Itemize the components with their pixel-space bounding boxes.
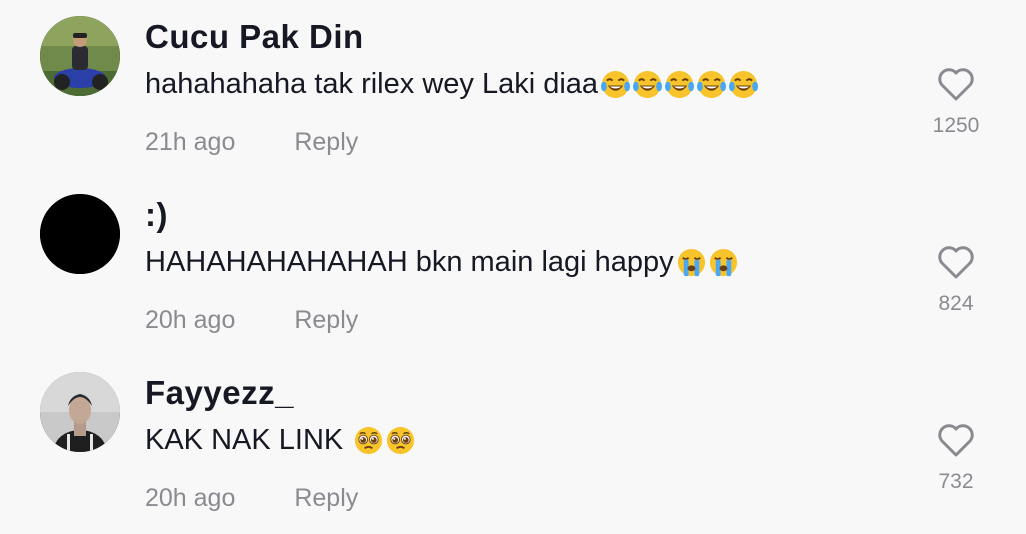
avatar-photo [40, 372, 120, 452]
comment-timestamp: 21h ago [145, 128, 236, 156]
emoji-list [600, 69, 760, 100]
like-count: 824 [938, 292, 974, 315]
tears-of-joy-emoji [664, 69, 695, 100]
comment-text: HAHAHAHAHAHAH bkn main lagi happy [145, 246, 674, 278]
avatar-photo [40, 16, 120, 96]
like-control: 1250 [926, 66, 986, 138]
heart-icon[interactable] [936, 66, 976, 102]
comment-item: :) HAHAHAHAHAHAH bkn main lagi happy 20h… [0, 178, 1026, 356]
comment-meta: 20h ago Reply [145, 306, 358, 335]
tears-of-joy-emoji [696, 69, 727, 100]
pleading-face-emoji [385, 425, 416, 456]
tears-of-joy-emoji [600, 69, 631, 100]
emoji-list [353, 425, 417, 456]
loudly-crying-emoji [708, 247, 739, 278]
comment-text-row: hahahahaha tak rilex wey Laki diaa [145, 68, 760, 101]
tears-of-joy-emoji [728, 69, 759, 100]
avatar[interactable] [40, 194, 120, 274]
comment-item: Fayyezz_ KAK NAK LINK 20h ago Reply 732 [0, 356, 1026, 534]
username[interactable]: Fayyezz_ [145, 374, 294, 412]
like-control: 732 [926, 422, 986, 494]
like-count: 1250 [932, 114, 980, 137]
reply-button[interactable]: Reply [294, 128, 358, 156]
like-count: 732 [938, 470, 974, 493]
username[interactable]: Cucu Pak Din [145, 18, 364, 56]
avatar[interactable] [40, 16, 120, 96]
reply-button[interactable]: Reply [294, 306, 358, 334]
comment-timestamp: 20h ago [145, 484, 236, 512]
username[interactable]: :) [145, 196, 168, 234]
like-control: 824 [926, 244, 986, 316]
avatar-photo [40, 194, 120, 274]
comment-item: Cucu Pak Din hahahahaha tak rilex wey La… [0, 0, 1026, 178]
reply-button[interactable]: Reply [294, 484, 358, 512]
heart-icon[interactable] [936, 244, 976, 280]
comment-meta: 21h ago Reply [145, 128, 358, 157]
comment-text-row: KAK NAK LINK [145, 424, 417, 457]
avatar[interactable] [40, 372, 120, 452]
tears-of-joy-emoji [632, 69, 663, 100]
heart-icon[interactable] [936, 422, 976, 458]
emoji-list [676, 247, 740, 278]
comment-text-row: HAHAHAHAHAHAH bkn main lagi happy [145, 246, 740, 279]
loudly-crying-emoji [676, 247, 707, 278]
pleading-face-emoji [353, 425, 384, 456]
comment-text: KAK NAK LINK [145, 424, 344, 456]
comment-meta: 20h ago Reply [145, 484, 358, 513]
comment-timestamp: 20h ago [145, 306, 236, 334]
comment-text: hahahahaha tak rilex wey Laki diaa [145, 68, 599, 100]
